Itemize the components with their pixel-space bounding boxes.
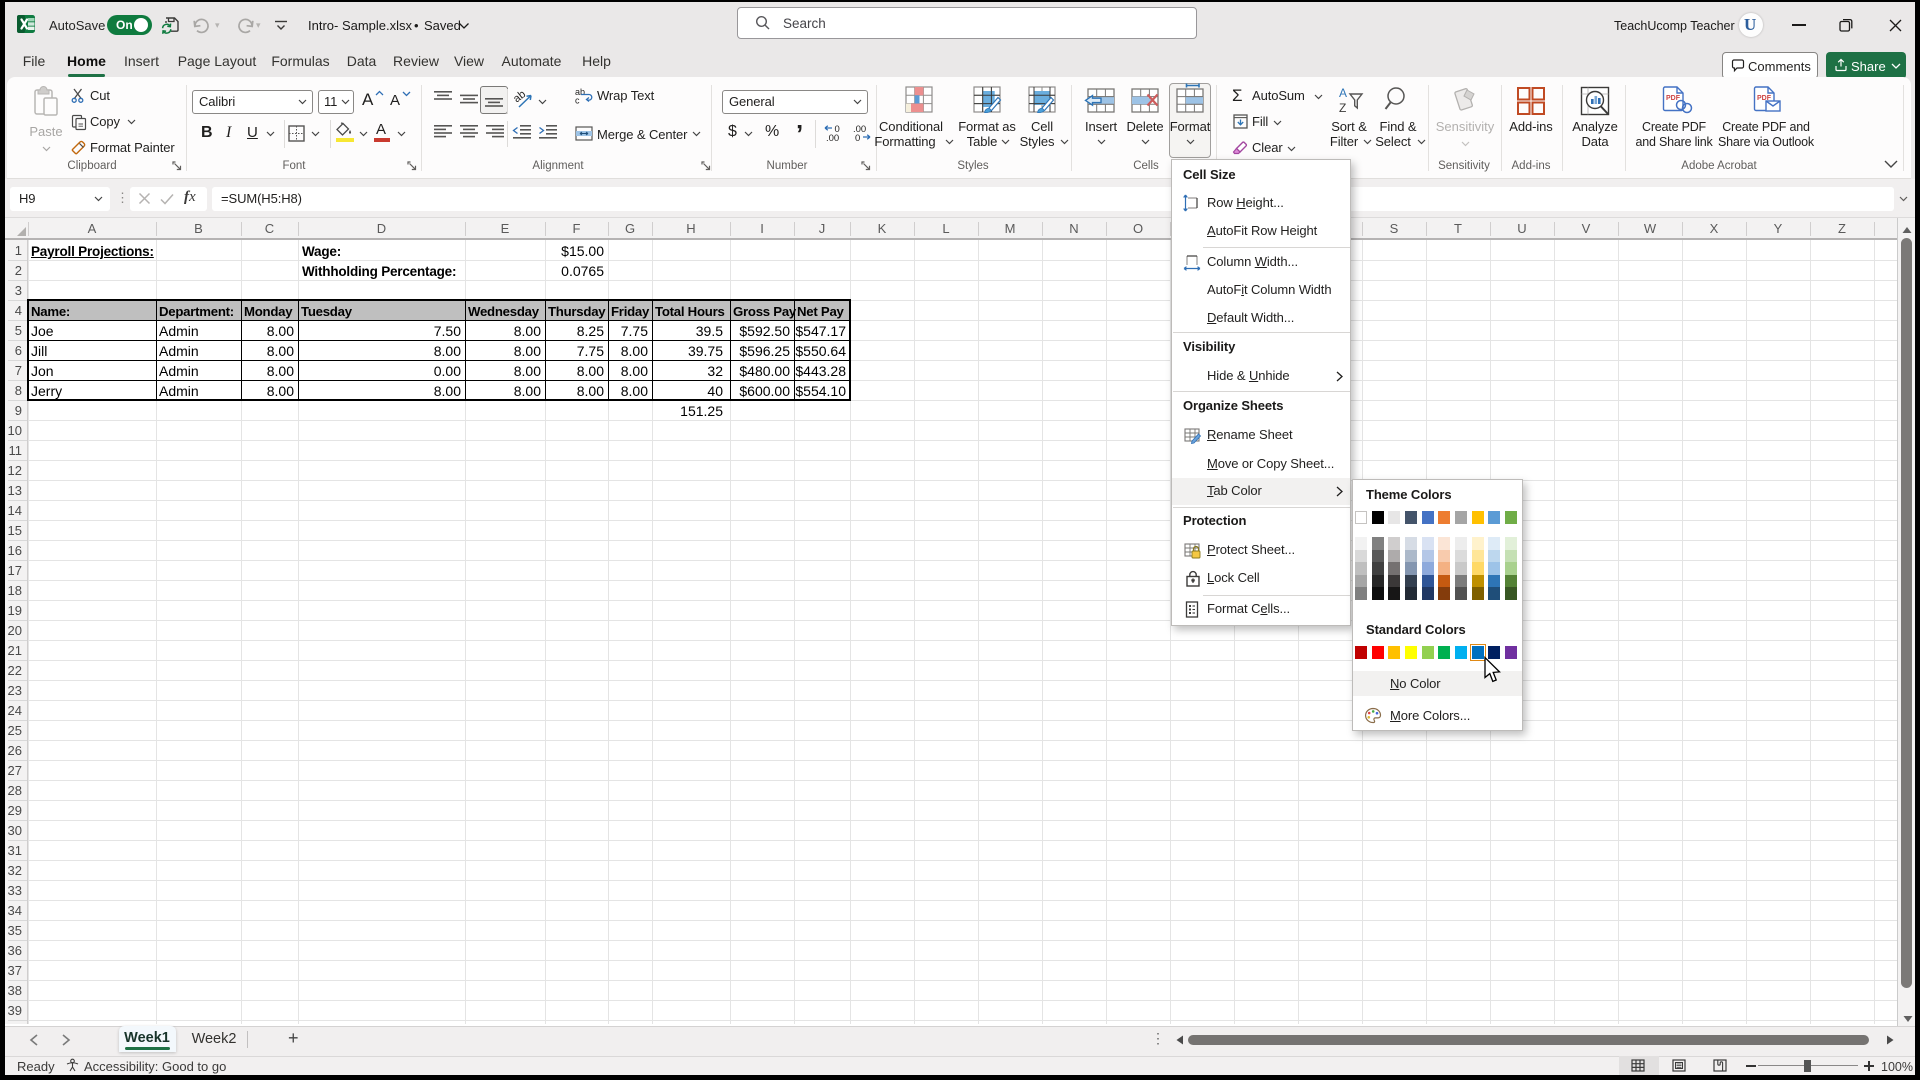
svg-text:.00: .00: [826, 133, 839, 144]
svg-text:A: A: [1339, 86, 1347, 100]
svg-text:ab: ab: [511, 88, 528, 105]
svg-text:0: 0: [855, 133, 860, 144]
svg-text:c: c: [575, 96, 580, 106]
svg-text:Z: Z: [1339, 101, 1346, 115]
